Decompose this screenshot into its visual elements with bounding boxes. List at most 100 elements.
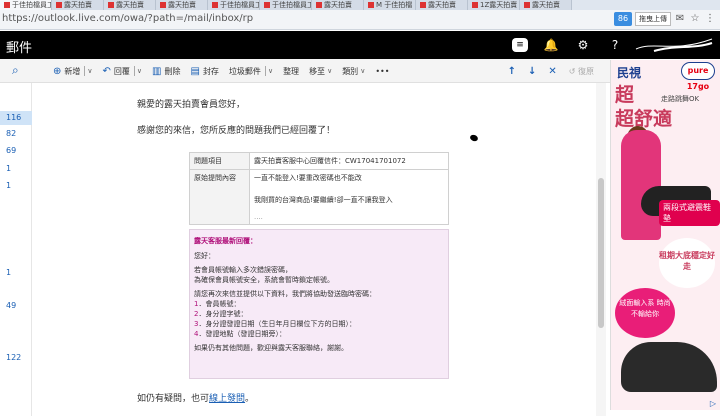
shoe-image-2	[621, 342, 717, 392]
tab-label: 于佳拍檔員工	[220, 1, 260, 9]
tab-favicon-icon	[524, 2, 530, 8]
reply-closing: 如果仍有其他問題，歡迎與露天客服聯絡，謝謝。	[194, 344, 348, 352]
ad-choices-icon[interactable]: ▷	[710, 399, 716, 408]
tab-favicon-icon	[368, 2, 374, 8]
reading-pane-scrollbar[interactable]	[596, 83, 606, 416]
table-value: 一直不能登入!要重改密碼也不能改 我剛買的台灣商品!要繼續!卻一直不讓我登入 .…	[249, 169, 449, 225]
gear-icon[interactable]: ⚙	[574, 36, 592, 54]
chevron-down-icon[interactable]: ∨	[137, 67, 142, 75]
close-icon[interactable]: ✕	[548, 66, 556, 77]
delete-label: 刪除	[164, 66, 181, 76]
junk-label: 垃圾郵件	[228, 66, 261, 76]
navigation-controls: ↑ ↓ ✕ ↺ 復原	[508, 59, 594, 83]
reply-icon: ↶	[102, 65, 111, 77]
list-item: 4．發證地點（發證日期旁）：	[194, 330, 286, 338]
tab-label: 于佳拍檔員工	[272, 1, 312, 9]
new-button[interactable]: ⊕ 新增 ∨	[48, 59, 98, 83]
folder-unread-count[interactable]: 1	[0, 164, 32, 173]
chat-icon[interactable]: ≡	[512, 38, 528, 52]
reply-paragraph: 請您再次來信並提供以下資料，我們將協助發送臨時密碼： 1．會員帳號： 2．身分證…	[194, 289, 444, 339]
footer-suffix: 。	[245, 394, 255, 404]
arrow-down-icon[interactable]: ↓	[528, 66, 536, 77]
browser-tab[interactable]: 露天拍賣	[416, 0, 468, 10]
browser-tab[interactable]: 于佳拍檔員工	[0, 0, 52, 10]
tab-favicon-icon	[472, 2, 478, 8]
trash-icon: ▥	[152, 65, 162, 77]
tab-label: 露天拍賣	[168, 1, 196, 9]
browser-tab[interactable]: 于佳拍檔員工	[208, 0, 260, 10]
undo-button[interactable]: ↺ 復原	[569, 66, 594, 77]
email-thanks: 感謝您的來信，您所反應的問題我們已經回覆了！	[137, 126, 336, 136]
search-icon[interactable]: ⌕	[12, 63, 19, 78]
categorize-label: 類別	[342, 66, 359, 76]
tab-favicon-icon	[160, 2, 166, 8]
browser-tab[interactable]: 露天拍賣	[312, 0, 364, 10]
delete-button[interactable]: ▥ 刪除	[147, 59, 185, 83]
sweep-label: 整理	[283, 66, 300, 76]
url-text[interactable]: https://outlook.live.com/owa/?path=/mail…	[2, 13, 253, 24]
scrollbar-thumb[interactable]	[598, 178, 604, 328]
footer-text: 如仍有疑問，也可	[137, 394, 210, 404]
folder-unread-count[interactable]: 1	[0, 181, 32, 190]
reply-hello: 您好：	[194, 252, 215, 260]
reply-label: 回覆	[113, 66, 130, 76]
folder-unread-count[interactable]: 1	[0, 268, 32, 277]
gmail-icon[interactable]: ✉	[674, 13, 686, 25]
header-icons: ≡ 🔔 ⚙ ?	[512, 36, 624, 54]
tab-label: 露天拍賣	[428, 1, 456, 9]
advertisement[interactable]: 民視 pure 17go 超 走路跳舞OK 超舒適 兩段式避震鞋墊 租期大底穩定…	[610, 60, 720, 410]
chevron-down-icon[interactable]: ∨	[87, 67, 92, 75]
ask-online-link[interactable]: 線上發問	[209, 394, 245, 404]
tab-favicon-icon	[4, 2, 10, 8]
extension-badge[interactable]: 86	[614, 12, 632, 26]
new-label: 新增	[64, 66, 81, 76]
app-title[interactable]: 郵件	[6, 37, 32, 56]
extensions: 86 拖曳上傳 ✉ ☆ ⋮	[614, 12, 716, 26]
plus-icon: ⊕	[53, 65, 62, 77]
browser-tab[interactable]: 露天拍賣	[52, 0, 104, 10]
reply-heading: 露天客服最新回覆：	[194, 237, 257, 245]
browser-tab[interactable]: 露天拍賣	[520, 0, 572, 10]
list-item: 2．身分證字號：	[194, 310, 247, 318]
browser-tab-strip: 于佳拍檔員工 露天拍賣 露天拍賣 露天拍賣 于佳拍檔員工 于佳拍檔員工 露天拍賣 M 于佳拍檔…	[0, 0, 720, 10]
browser-tab[interactable]: 露天拍賣	[104, 0, 156, 10]
folder-unread-count[interactable]: 69	[0, 146, 32, 155]
tab-favicon-icon	[108, 2, 114, 8]
folder-count-rail: 116 82 69 1 1 1 49 122	[0, 83, 32, 416]
menu-icon[interactable]: ⋮	[704, 13, 716, 25]
item-text: ．身分證字號：	[198, 310, 248, 318]
tab-favicon-icon	[420, 2, 426, 8]
star-icon[interactable]: ☆	[689, 13, 701, 25]
table-value: 露天拍賣客服中心回覆信件：CW17041701072	[249, 152, 449, 170]
help-icon[interactable]: ?	[606, 36, 624, 54]
bell-icon[interactable]: 🔔	[542, 36, 560, 54]
move-button[interactable]: 移至 ∨	[304, 59, 337, 83]
folder-unread-count[interactable]: 122	[0, 353, 32, 362]
chevron-down-icon: ∨	[360, 67, 366, 75]
chevron-down-icon[interactable]: ∨	[268, 67, 273, 75]
command-list: ⊕ 新增 ∨ ↶ 回覆 ∨ ▥ 刪除 ▤ 封存 垃圾郵件 ∨ 整理 移至 ∨ 類別 ∨ •••	[48, 59, 394, 83]
move-label: 移至	[309, 66, 326, 76]
browser-tab[interactable]: 露天拍賣	[156, 0, 208, 10]
folder-unread-count[interactable]: 49	[0, 301, 32, 310]
tab-favicon-icon	[56, 2, 62, 8]
arrow-up-icon[interactable]: ↑	[508, 66, 516, 77]
original-line-2: 我剛買的台灣商品!要繼續!卻一直不讓我登入	[254, 196, 393, 204]
folder-unread-count[interactable]: 82	[0, 129, 32, 138]
reply-paragraph: 若會員帳號輸入多次錯誤密碼， 為確保會員帳號安全，系統會暫時鎖定帳號。	[194, 265, 444, 285]
folder-unread-count[interactable]: 116	[0, 111, 32, 125]
browser-tab[interactable]: 于佳拍檔員工	[260, 0, 312, 10]
redacted-user-scribble[interactable]	[634, 35, 714, 55]
upload-extension-label[interactable]: 拖曳上傳	[635, 12, 671, 26]
reply-button[interactable]: ↶ 回覆 ∨	[98, 59, 148, 83]
more-button[interactable]: •••	[370, 59, 394, 83]
junk-button[interactable]: 垃圾郵件 ∨	[224, 59, 278, 83]
browser-tab[interactable]: M 于佳拍檔	[364, 0, 416, 10]
browser-tab[interactable]: 1Z露天拍賣	[468, 0, 520, 10]
categorize-button[interactable]: 類別 ∨	[337, 59, 370, 83]
archive-button[interactable]: ▤ 封存	[185, 59, 223, 83]
table-key: 問題項目	[189, 152, 250, 170]
sweep-button[interactable]: 整理	[278, 59, 304, 83]
address-bar[interactable]: https://outlook.live.com/owa/?path=/mail…	[0, 10, 720, 30]
tab-label: 露天拍賣	[532, 1, 560, 9]
